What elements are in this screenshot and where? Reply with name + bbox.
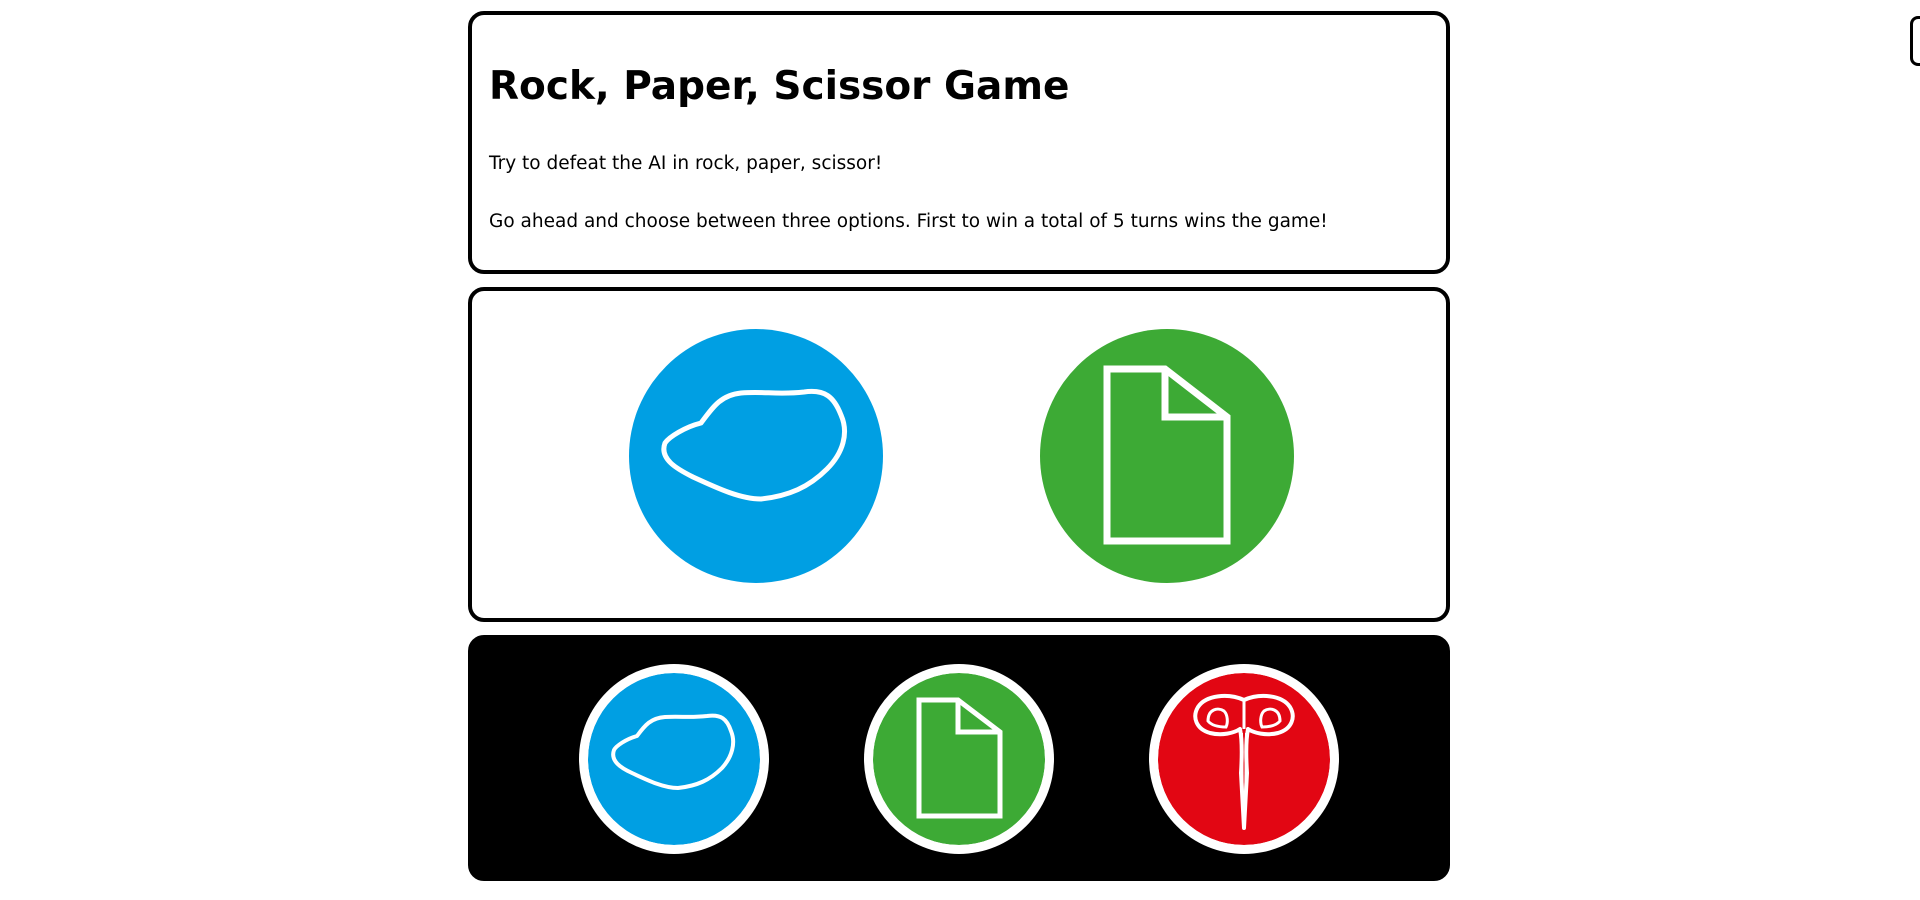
paper-icon <box>873 673 1045 845</box>
rock-icon <box>588 673 760 845</box>
rock-button[interactable] <box>579 664 769 854</box>
choice-controls-panel <box>468 635 1450 881</box>
paper-icon <box>1040 329 1294 583</box>
page: Rock, Paper, Scissor Game Try to defeat … <box>0 0 1920 900</box>
arena-panel <box>468 287 1450 622</box>
page-title: Rock, Paper, Scissor Game <box>489 64 1070 109</box>
intro-panel: Rock, Paper, Scissor Game Try to defeat … <box>468 11 1450 274</box>
scissor-icon <box>1158 673 1330 845</box>
edge-handle[interactable] <box>1910 16 1920 66</box>
intro-text-line-1: Try to defeat the AI in rock, paper, sci… <box>489 153 883 174</box>
scissor-button[interactable] <box>1149 664 1339 854</box>
ai-choice-display <box>1040 329 1294 583</box>
intro-text-line-2: Go ahead and choose between three option… <box>489 211 1328 232</box>
paper-button[interactable] <box>864 664 1054 854</box>
rock-icon <box>629 329 883 583</box>
player-choice-display <box>629 329 883 583</box>
